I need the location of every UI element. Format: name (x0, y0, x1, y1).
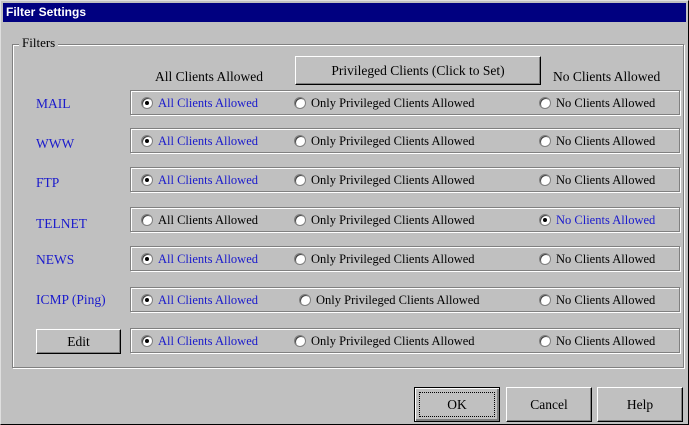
option-all-clients[interactable]: All Clients Allowed (141, 251, 258, 267)
option-label: All Clients Allowed (158, 251, 258, 266)
option-no-clients[interactable]: No Clients Allowed (539, 133, 655, 149)
radio-group: All Clients Allowed Only Privileged Clie… (130, 90, 680, 115)
option-label: No Clients Allowed (556, 95, 656, 110)
filters-group-label: Filters (19, 36, 59, 50)
radio-button[interactable] (539, 294, 551, 306)
option-privileged-clients[interactable]: Only Privileged Clients Allowed (294, 333, 475, 349)
option-label: All Clients Allowed (158, 95, 258, 110)
option-all-clients[interactable]: All Clients Allowed (141, 95, 258, 111)
option-no-clients[interactable]: No Clients Allowed (539, 251, 655, 267)
option-no-clients[interactable]: No Clients Allowed (539, 333, 655, 349)
option-no-clients[interactable]: No Clients Allowed (539, 212, 655, 228)
option-label: Only Privileged Clients Allowed (311, 172, 475, 187)
radio-button[interactable] (539, 214, 551, 226)
radio-button[interactable] (539, 97, 551, 109)
option-label: No Clients Allowed (556, 292, 656, 307)
option-label: No Clients Allowed (556, 251, 656, 266)
radio-button[interactable] (294, 135, 306, 147)
option-all-clients[interactable]: All Clients Allowed (141, 133, 258, 149)
option-all-clients[interactable]: All Clients Allowed (141, 212, 258, 228)
help-button[interactable]: Help (597, 387, 683, 422)
focus-rect (419, 392, 495, 417)
row-label: FTP (36, 175, 60, 190)
option-no-clients[interactable]: No Clients Allowed (539, 95, 655, 111)
header-all-clients: All Clients Allowed (155, 69, 263, 84)
radio-button[interactable] (141, 294, 153, 306)
option-label: All Clients Allowed (158, 172, 258, 187)
radio-button[interactable] (294, 253, 306, 265)
radio-button[interactable] (141, 174, 153, 186)
radio-button[interactable] (539, 135, 551, 147)
option-privileged-clients[interactable]: Only Privileged Clients Allowed (294, 133, 475, 149)
radio-button[interactable] (294, 97, 306, 109)
row-label: MAIL (36, 96, 71, 111)
radio-button[interactable] (539, 335, 551, 347)
radio-group: All Clients Allowed Only Privileged Clie… (130, 128, 680, 153)
filter-settings-window: Filter Settings Filters All Clients Allo… (0, 0, 689, 425)
radio-group: All Clients Allowed Only Privileged Clie… (130, 207, 680, 232)
privileged-clients-button[interactable]: Privileged Clients (Click to Set) (295, 56, 541, 85)
ok-button[interactable]: OK (414, 387, 500, 422)
option-no-clients[interactable]: No Clients Allowed (539, 172, 655, 188)
option-label: No Clients Allowed (556, 333, 656, 348)
row-label: TELNET (36, 216, 87, 231)
option-label: No Clients Allowed (556, 212, 656, 227)
option-no-clients[interactable]: No Clients Allowed (539, 292, 655, 308)
title-bar: Filter Settings (3, 3, 686, 22)
radio-button[interactable] (539, 174, 551, 186)
option-label: Only Privileged Clients Allowed (311, 251, 475, 266)
radio-group: All Clients Allowed Only Privileged Clie… (130, 167, 680, 192)
option-label: Only Privileged Clients Allowed (311, 333, 475, 348)
radio-button[interactable] (299, 294, 311, 306)
option-privileged-clients[interactable]: Only Privileged Clients Allowed (294, 251, 475, 267)
radio-button[interactable] (141, 335, 153, 347)
option-all-clients[interactable]: All Clients Allowed (141, 292, 258, 308)
radio-button[interactable] (141, 97, 153, 109)
option-label: Only Privileged Clients Allowed (311, 133, 475, 148)
option-label: All Clients Allowed (158, 212, 258, 227)
header-no-clients: No Clients Allowed (553, 69, 661, 84)
radio-button[interactable] (294, 335, 306, 347)
option-label: Only Privileged Clients Allowed (311, 95, 475, 110)
option-all-clients[interactable]: All Clients Allowed (141, 333, 258, 349)
radio-button[interactable] (141, 253, 153, 265)
radio-button[interactable] (539, 253, 551, 265)
option-label: No Clients Allowed (556, 172, 656, 187)
radio-button[interactable] (141, 135, 153, 147)
row-label: WWW (36, 136, 75, 151)
option-privileged-clients[interactable]: Only Privileged Clients Allowed (294, 95, 475, 111)
option-all-clients[interactable]: All Clients Allowed (141, 172, 258, 188)
option-label: All Clients Allowed (158, 333, 258, 348)
option-label: All Clients Allowed (158, 133, 258, 148)
option-label: No Clients Allowed (556, 133, 656, 148)
radio-group: All Clients Allowed Only Privileged Clie… (130, 246, 680, 271)
option-privileged-clients[interactable]: Only Privileged Clients Allowed (294, 172, 475, 188)
row-label: ICMP (Ping) (36, 292, 106, 307)
radio-group: All Clients Allowed Only Privileged Clie… (130, 328, 680, 353)
option-label: Only Privileged Clients Allowed (316, 292, 480, 307)
row-label: NEWS (36, 252, 75, 267)
edit-button[interactable]: Edit (36, 329, 121, 354)
option-privileged-clients[interactable]: Only Privileged Clients Allowed (299, 292, 480, 308)
option-label: All Clients Allowed (158, 292, 258, 307)
radio-group: All Clients Allowed Only Privileged Clie… (130, 287, 680, 312)
radio-button[interactable] (294, 174, 306, 186)
option-label: Only Privileged Clients Allowed (311, 212, 475, 227)
radio-button[interactable] (294, 214, 306, 226)
radio-button[interactable] (141, 214, 153, 226)
cancel-button[interactable]: Cancel (506, 387, 592, 422)
option-privileged-clients[interactable]: Only Privileged Clients Allowed (294, 212, 475, 228)
